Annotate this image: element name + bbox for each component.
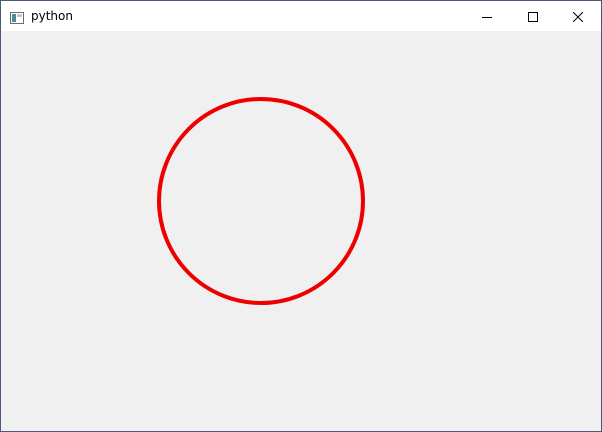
maximize-icon xyxy=(528,7,538,26)
minimize-button[interactable] xyxy=(464,1,510,31)
client-area xyxy=(1,31,601,431)
close-icon xyxy=(572,7,584,26)
minimize-icon xyxy=(482,7,492,26)
app-window-icon xyxy=(10,9,24,24)
drawing-canvas xyxy=(157,97,365,305)
title-bar[interactable]: python xyxy=(1,1,601,31)
window-title: python xyxy=(31,9,73,23)
close-button[interactable] xyxy=(555,1,601,31)
app-window: python xyxy=(0,0,602,432)
red-circle xyxy=(157,97,365,305)
maximize-button[interactable] xyxy=(510,1,556,31)
